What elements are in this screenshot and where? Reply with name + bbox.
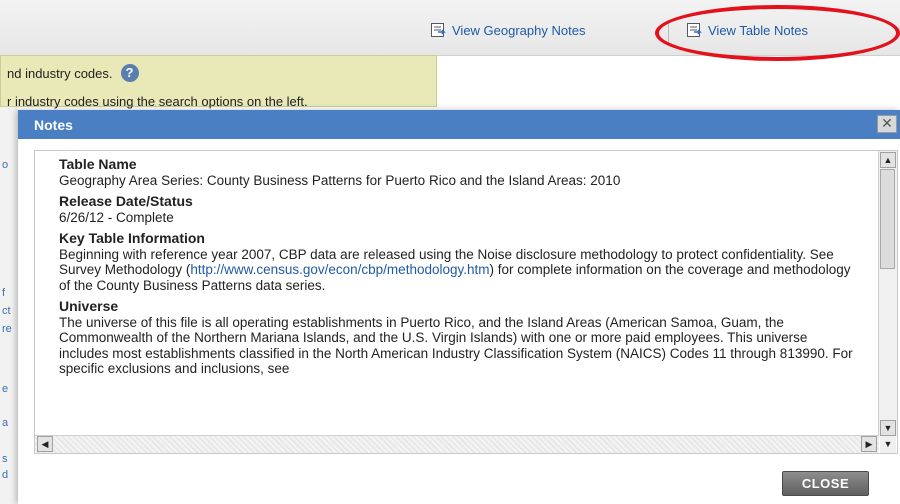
notes-dialog: Notes ✕ Table Name Geography Area Series…: [18, 110, 900, 504]
geography-notes-label: View Geography Notes: [452, 22, 586, 38]
table-notes-label: View Table Notes: [708, 22, 808, 38]
info-panel: nd industry codes. ? r industry codes us…: [0, 55, 437, 109]
section-body: Beginning with reference year 2007, CBP …: [59, 247, 859, 294]
link-divider: [668, 20, 669, 44]
scroll-left-icon[interactable]: ◀: [37, 436, 53, 452]
horizontal-scrollbar[interactable]: ◀ ▶: [35, 435, 879, 453]
scroll-thumb[interactable]: [880, 169, 895, 269]
left-sidebar-fragment: o f ct re e a s d: [0, 107, 18, 504]
notes-content: Table Name Geography Area Series: County…: [59, 156, 859, 377]
section-heading: Key Table Information: [59, 230, 205, 246]
info-text-line1: nd industry codes.: [7, 65, 113, 81]
dialog-header: Notes ✕: [18, 110, 900, 139]
scroll-down-icon[interactable]: ▼: [880, 437, 896, 453]
section-body: The universe of this file is all operati…: [59, 314, 853, 377]
close-icon[interactable]: ✕: [877, 115, 897, 133]
section-heading: Release Date/Status: [59, 193, 193, 209]
scroll-up-icon[interactable]: ▲: [880, 152, 896, 168]
view-geography-notes-link[interactable]: View Geography Notes: [430, 22, 585, 38]
vertical-scrollbar[interactable]: ▲ ▼: [878, 151, 897, 437]
help-icon[interactable]: ?: [120, 64, 139, 82]
close-button[interactable]: CLOSE: [782, 471, 869, 496]
document-icon: [687, 23, 702, 37]
section-body: Geography Area Series: County Business P…: [59, 172, 621, 188]
document-icon: [431, 23, 446, 37]
view-table-notes-link[interactable]: View Table Notes: [686, 22, 808, 38]
section-heading: Universe: [59, 298, 119, 314]
section-body: 6/26/12 - Complete: [59, 209, 174, 225]
methodology-link[interactable]: http://www.census.gov/econ/cbp/methodolo…: [190, 262, 489, 277]
toolbar: View Geography Notes View Table Notes: [0, 0, 900, 61]
dialog-title: Notes: [34, 117, 73, 133]
info-text-line2: r industry codes using the search option…: [7, 94, 308, 109]
section-heading: Table Name: [59, 156, 137, 172]
notes-content-frame: Table Name Geography Area Series: County…: [34, 150, 898, 454]
scroll-down-icon[interactable]: ▼: [880, 420, 896, 436]
scroll-right-icon[interactable]: ▶: [861, 436, 877, 452]
